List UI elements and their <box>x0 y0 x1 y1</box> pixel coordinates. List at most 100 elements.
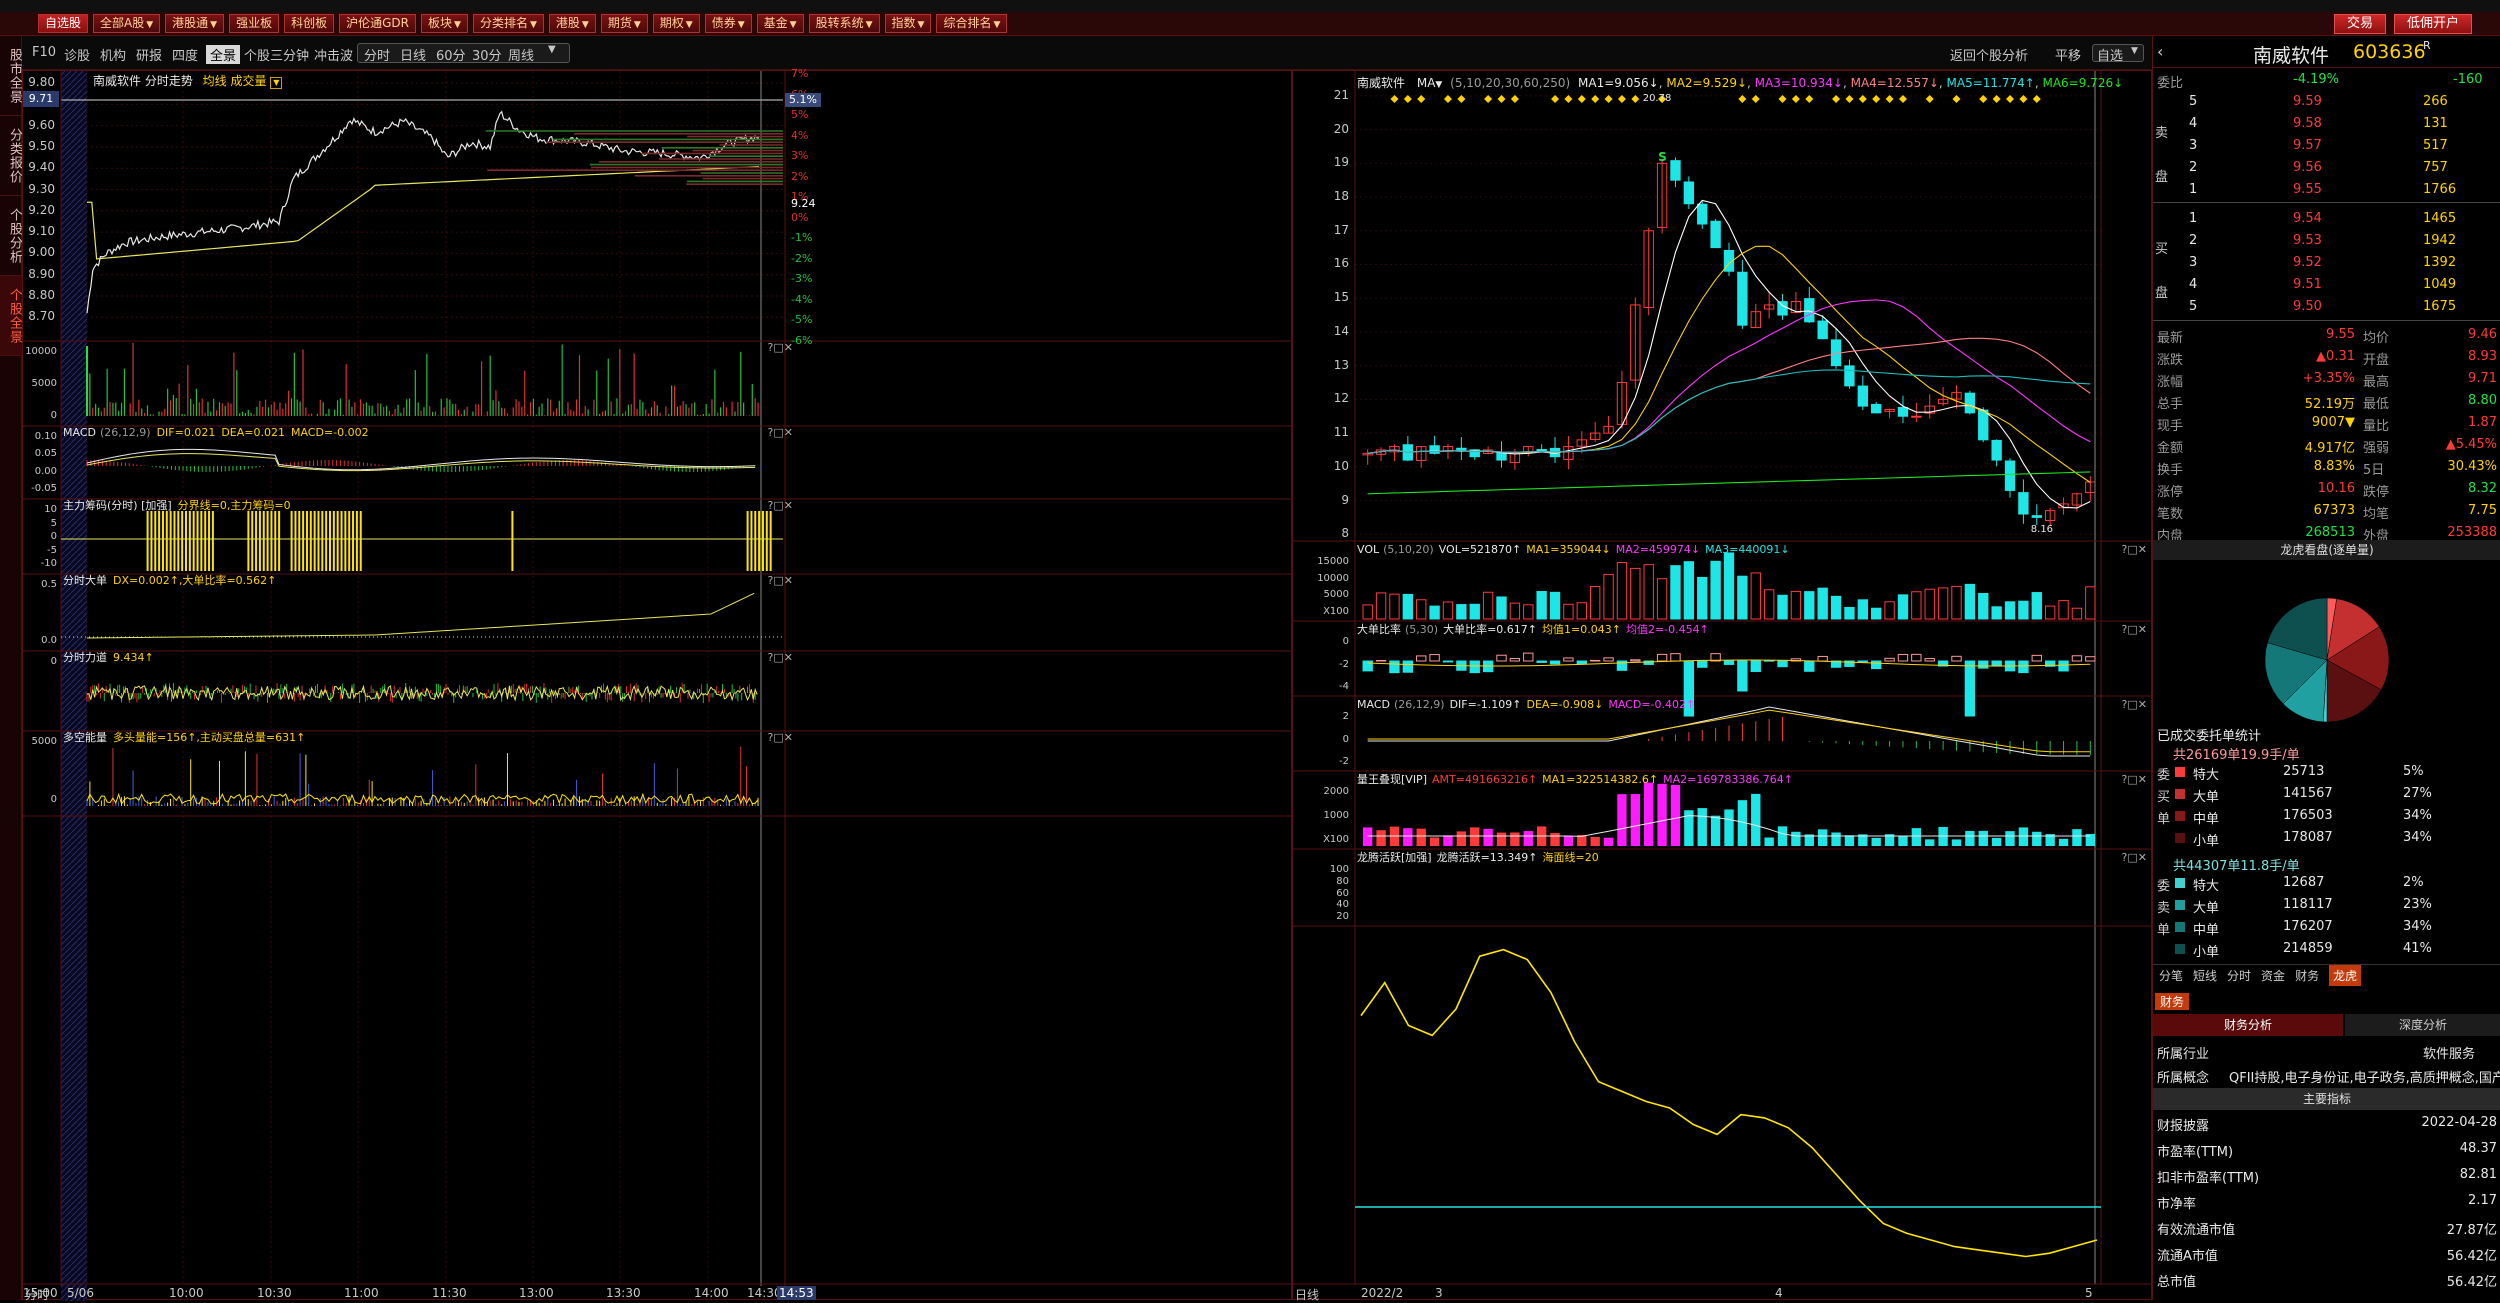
open-account-button[interactable]: 低佣开户 <box>2394 14 2472 34</box>
subpanel-tick: 10 <box>23 504 57 515</box>
kline-subpanel-tick: 2000 <box>1295 786 1349 797</box>
kline-chart[interactable] <box>1293 71 2153 1301</box>
period-60m[interactable]: 60分 <box>436 45 466 64</box>
time-label: 14:53 <box>777 1286 816 1300</box>
kline-volume-bar <box>1590 587 1599 619</box>
ask-row: 19.551766 <box>2153 179 2500 201</box>
menu-item[interactable]: 沪伦通GDR <box>339 14 416 33</box>
stat-value: 30.43% <box>2423 459 2497 474</box>
price-tick: 9.50 <box>25 139 55 153</box>
menu-item[interactable]: 科创板 <box>284 14 334 33</box>
chevron-down-icon[interactable]: ▼ <box>270 77 282 89</box>
candle-body <box>1872 404 1881 412</box>
kline-subpanel-value: DEA=-0.908↓ <box>1527 698 1604 711</box>
pct-tick: -4% <box>791 293 831 306</box>
tool-impact[interactable]: 冲击波 <box>314 45 353 64</box>
menu-item[interactable]: 板块▼ <box>421 14 468 33</box>
menu-item[interactable]: 期权▼ <box>653 14 700 33</box>
candle-body <box>2005 461 2014 490</box>
amount-bar <box>2005 831 2014 846</box>
menu-item[interactable]: 港股▼ <box>549 14 596 33</box>
kline-subpanel-value: MA3=440091↓ <box>1705 543 1789 556</box>
menu-item[interactable]: 分类排名▼ <box>473 14 544 33</box>
kline-volume-bar <box>1644 565 1653 619</box>
financial-label: 流通A市值 <box>2157 1245 2218 1264</box>
buy-order-row: 中单17650334% <box>2153 805 2500 827</box>
order-volume: 178087 <box>2283 830 2333 845</box>
detail-tab[interactable]: 龙虎 <box>2329 965 2361 986</box>
period-intraday[interactable]: 分时 <box>364 45 390 64</box>
detail-tab[interactable]: 短线 <box>2193 965 2217 986</box>
time-label: 11:30 <box>432 1286 467 1300</box>
order-volume: 12687 <box>2283 875 2324 890</box>
tool-overview[interactable]: 全景 <box>206 45 240 64</box>
period-weekly[interactable]: 周线 <box>508 45 534 64</box>
amount-bar <box>1564 836 1573 846</box>
kline-subpanel-title: 龙腾活跃[加强]龙腾活跃=13.349↑海面线=20 <box>1355 851 1599 865</box>
menu-item[interactable]: 股转系统▼ <box>809 14 880 33</box>
period-30m[interactable]: 30分 <box>472 45 502 64</box>
time-label: 5/06 <box>67 1286 94 1300</box>
sidetab-stock-analysis[interactable]: 个股分析 <box>0 196 22 276</box>
trade-button[interactable]: 交易 <box>2334 14 2386 34</box>
stock-name: 南威软件 <box>2253 41 2329 68</box>
stat-label: 开盘 <box>2363 349 2389 368</box>
chevron-down-icon[interactable]: ▼ <box>548 44 556 55</box>
bid-level: 3 <box>2189 255 2197 270</box>
menu-item[interactable]: 强业板 <box>229 14 279 33</box>
detail-tab[interactable]: 财务 <box>2295 965 2319 986</box>
detail-tab[interactable]: 分笔 <box>2159 965 2183 986</box>
pan-button[interactable]: 平移 <box>2055 45 2081 64</box>
tool-institution[interactable]: 机构 <box>100 45 126 64</box>
price-tick: 8.90 <box>25 267 55 281</box>
bid-row: 59.501675 <box>2153 296 2500 318</box>
subpanel-title: 分时力道9.434↑ <box>61 651 154 665</box>
detail-tab[interactable]: 分时 <box>2227 965 2251 986</box>
menu-item[interactable]: 综合排名▼ <box>936 14 1007 33</box>
kline-volume-bar <box>1818 588 1827 619</box>
kline-volume-bar <box>1885 602 1894 619</box>
subpanel-value: 分界线=0,主力筹码=0 <box>178 499 291 512</box>
menu-item[interactable]: 港股通▼ <box>165 14 224 33</box>
big-ratio-bar <box>1403 661 1412 672</box>
pct-tick: -6% <box>791 334 831 347</box>
big-ratio-bar <box>1390 661 1399 673</box>
period-daily[interactable]: 日线 <box>400 45 426 64</box>
chevron-down-icon: ▼ <box>790 20 797 30</box>
menu-item[interactable]: 基金▼ <box>757 14 804 33</box>
sidetab-category-quotes[interactable]: 分类报价 <box>0 116 22 196</box>
pct-tick: 5% <box>791 108 831 121</box>
sell-signal: S <box>1658 150 1667 164</box>
subpanel-tick: 0.0 <box>23 635 57 646</box>
menu-item[interactable]: 期货▼ <box>601 14 648 33</box>
tool-sidu[interactable]: 四度 <box>172 45 198 64</box>
amount-bar <box>1831 832 1840 846</box>
kline-subpanel-controls: ?□✕ <box>2122 851 2147 864</box>
order-size-label: 大单 <box>2193 786 2219 805</box>
candle-body <box>1805 299 1814 322</box>
kline-subpanel-value: DIF=-1.109↑ <box>1450 698 1522 711</box>
tool-diagnose[interactable]: 诊股 <box>64 45 90 64</box>
sidetab-stock-overview[interactable]: 个股全景 <box>0 276 22 356</box>
kline-subpanel-params: (26,12,9) <box>1394 698 1445 711</box>
back-arrow-icon[interactable]: ‹ <box>2157 42 2163 61</box>
tool-f10[interactable]: F10 <box>32 45 56 60</box>
stock-code: 603636 <box>2353 41 2426 63</box>
ask-volume: 517 <box>2423 138 2448 153</box>
tool-3min[interactable]: 个股三分钟 <box>244 45 309 64</box>
menu-item[interactable]: 自选股 <box>38 14 88 33</box>
menu-item[interactable]: 指数▼ <box>885 14 932 33</box>
sidetab-market-overview[interactable]: 股市全景 <box>0 36 22 116</box>
tool-research[interactable]: 研报 <box>136 45 162 64</box>
intraday-chart[interactable] <box>23 71 1293 1301</box>
watchlist-dropdown[interactable]: 自选 ▼ <box>2092 44 2144 62</box>
candle-body <box>1845 366 1854 386</box>
financial-row: 扣非市盈率(TTM)82.81 <box>2153 1164 2500 1186</box>
back-to-analysis-link[interactable]: 返回个股分析 <box>1950 45 2028 64</box>
bid-price: 9.52 <box>2293 255 2322 270</box>
menu-item[interactable]: 全部A股▼ <box>93 14 160 33</box>
kline-volume-bar <box>1390 594 1399 619</box>
amount-bar <box>2072 829 2081 846</box>
menu-item[interactable]: 债券▼ <box>705 14 752 33</box>
detail-tab[interactable]: 资金 <box>2261 965 2285 986</box>
